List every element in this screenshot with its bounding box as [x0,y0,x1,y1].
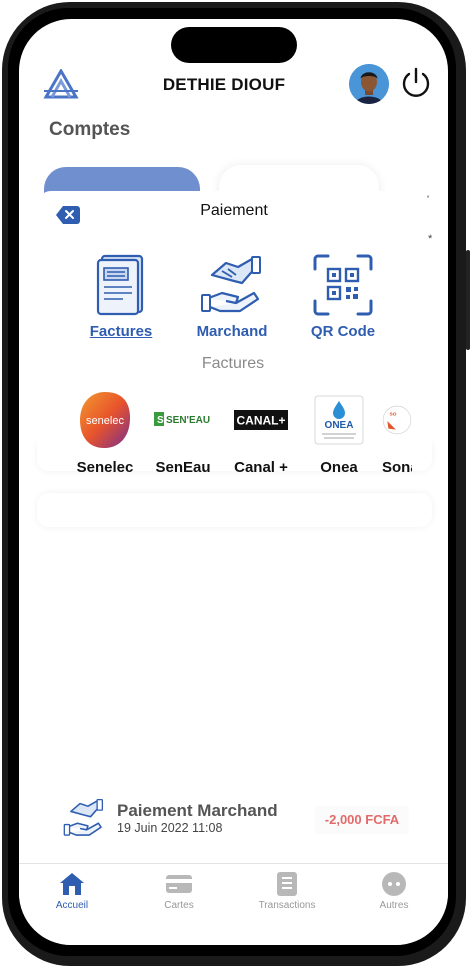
biller-sonatel[interactable]: SO Sonatel [382,389,412,476]
close-icon[interactable] [56,205,80,225]
invoices-label: Factures [89,323,153,340]
qr-code-label: QR Code [310,323,376,340]
biller-name: Senelec [76,459,134,476]
user-avatar[interactable] [349,64,389,104]
power-icon[interactable] [399,66,433,100]
card-fragment: * [428,233,433,245]
accounts-title: Comptes [49,119,131,140]
biller-canal-plus[interactable]: CANAL+ Canal + [226,389,296,476]
invoices-section-label: Factures [201,355,265,372]
svg-text:ONEA: ONEA [325,420,354,431]
biller-seneau[interactable]: S SEN'EAU SenEau [148,389,218,476]
invoices-button[interactable]: Factures [71,253,171,340]
tab-label: Accueil [55,900,89,911]
transactions-icon [277,872,297,896]
home-icon [60,873,84,895]
side-button [466,250,470,350]
tab-accueil[interactable]: Accueil [27,870,117,911]
tab-bar: Accueil Cartes Transactions Autres [19,863,448,945]
transaction-date: 19 Juin 2022 11:08 [117,821,223,835]
qr-code-icon [313,254,373,316]
svg-text:S: S [157,415,164,426]
transaction-amount: -2,000 FCFA [315,806,409,834]
avatar-icon [349,64,389,104]
brand-logo-icon [43,69,79,99]
transaction-title[interactable]: Paiement Marchand [117,801,278,821]
user-name: DETHIE DIOUF [162,75,286,94]
tab-label: Transactions [258,900,316,911]
card-icon [166,875,192,893]
biller-name: SenEau [155,459,211,476]
biller-onea[interactable]: ONEA Onea [304,389,374,476]
svg-text:SO: SO [390,412,397,418]
handshake-icon [63,798,104,836]
biller-senelec[interactable]: senelec Senelec [70,389,140,476]
tab-label: Cartes [164,900,194,911]
qr-code-button[interactable]: QR Code [293,253,393,340]
seneau-logo: S SEN'EAU [148,389,218,451]
list-item [37,493,432,527]
svg-text:CANAL+: CANAL+ [236,414,285,428]
biller-name: Sonatel [382,459,412,476]
handshake-icon [201,256,261,313]
invoice-icon [96,254,144,316]
tab-transactions[interactable]: Transactions [242,870,332,911]
more-icon [382,872,406,896]
onea-logo: ONEA [304,389,374,451]
biller-name: Canal + [234,459,288,476]
svg-text:senelec: senelec [86,415,124,427]
tab-cartes[interactable]: Cartes [134,870,224,911]
dynamic-island [171,27,297,63]
payment-sheet-title: Paiement [200,202,268,219]
app-screen: DETHIE DIOUF Comptes Paiement Factures M… [19,19,448,945]
card-fragment: ' [427,194,430,206]
tab-autres[interactable]: Autres [349,870,439,911]
tab-label: Autres [379,900,409,911]
merchant-button[interactable]: Marchand [182,253,282,340]
sonatel-logo: SO [382,389,412,451]
senelec-logo: senelec [70,389,140,451]
merchant-label: Marchand [196,323,268,340]
biller-name: Onea [320,459,358,476]
svg-text:SEN'EAU: SEN'EAU [166,415,210,426]
canal-plus-logo: CANAL+ [226,389,296,451]
